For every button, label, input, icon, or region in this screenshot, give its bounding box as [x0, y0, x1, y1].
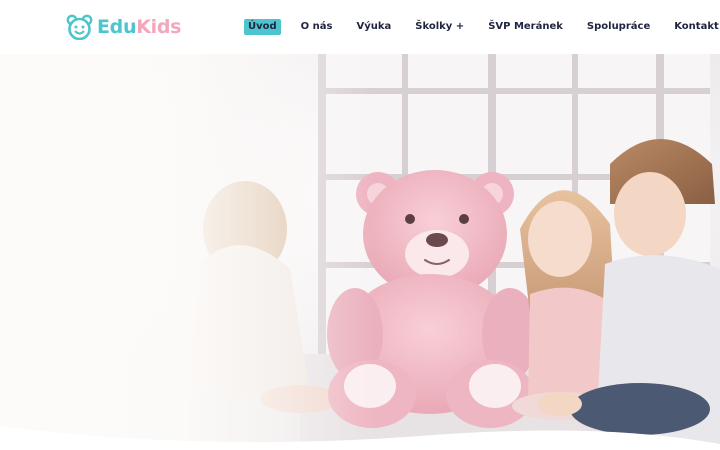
nav-item-svp-meranek[interactable]: ŠVP Meránek: [484, 19, 567, 35]
main-navigation: Úvod O nás Výuka Školky + ŠVP Meránek Sp…: [244, 18, 720, 36]
nav-item-vyuka[interactable]: Výuka: [352, 19, 395, 35]
nav-item-skolky[interactable]: Školky +: [411, 19, 468, 35]
bear-logo-icon: [66, 14, 93, 40]
hero-image: [0, 54, 720, 450]
nav-item-o-nas[interactable]: O nás: [297, 19, 337, 35]
nav-item-uvod[interactable]: Úvod: [244, 19, 281, 35]
logo-text-kids: Kids: [136, 16, 182, 38]
logo[interactable]: EduKids: [66, 14, 181, 40]
hero-banner: [0, 54, 720, 450]
logo-text-edu: Edu: [97, 16, 137, 38]
nav-item-kontakt[interactable]: Kontakt: [670, 19, 720, 35]
nav-item-spoluprace[interactable]: Spolupráce: [583, 19, 654, 35]
site-header: EduKids Úvod O nás Výuka Školky + ŠVP Me…: [0, 0, 720, 54]
logo-wordmark: EduKids: [97, 14, 181, 40]
